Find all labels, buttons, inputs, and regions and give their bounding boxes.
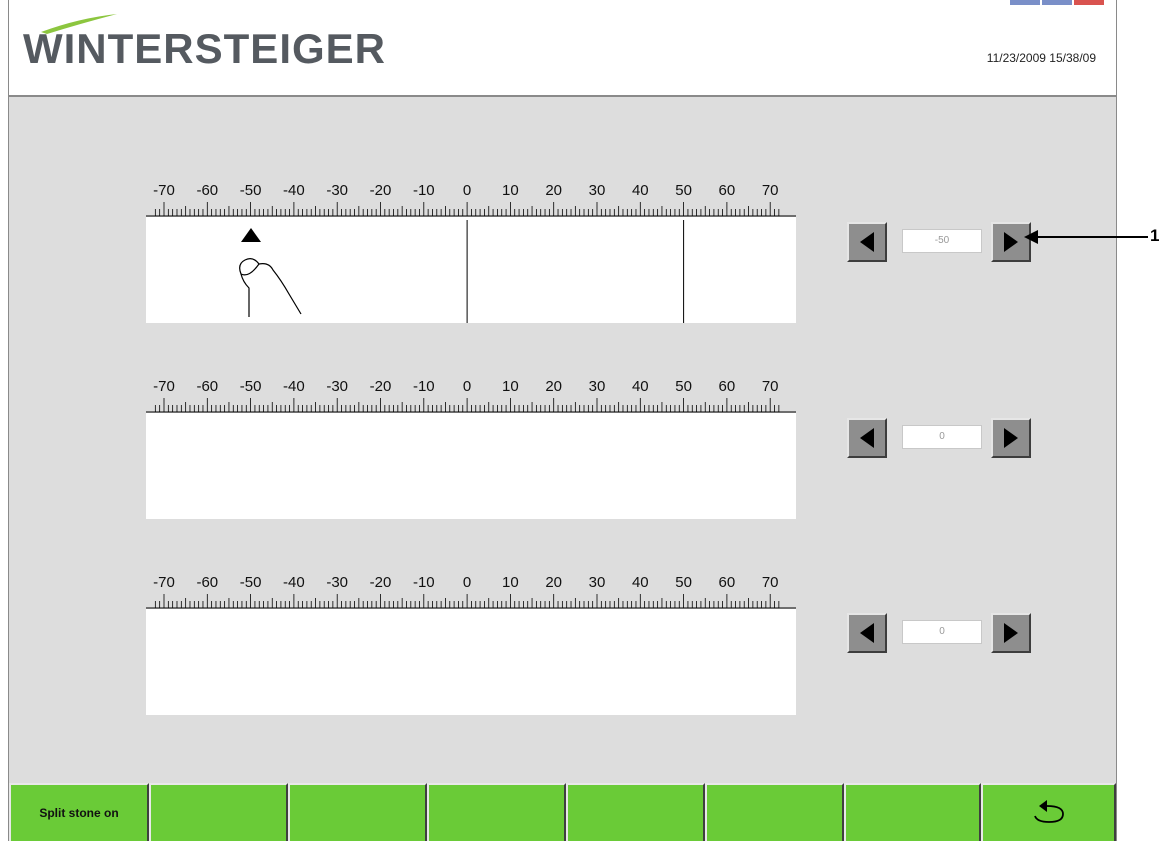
function-key-2[interactable] — [149, 783, 288, 841]
increase-button-3[interactable] — [991, 613, 1031, 653]
scale-label: 40 — [631, 378, 649, 395]
stepper-3: 0 — [847, 613, 1035, 653]
scale-label: 60 — [718, 574, 736, 591]
scale-label: -40 — [283, 378, 305, 395]
function-key-6[interactable] — [705, 783, 844, 841]
scale-label: 20 — [545, 574, 563, 591]
datetime-display: 11/23/2009 15/38/09 — [986, 51, 1096, 65]
scale-label: -70 — [153, 574, 175, 591]
position-marker-icon[interactable] — [240, 228, 261, 244]
function-key-4[interactable] — [427, 783, 566, 841]
scale-label: 20 — [545, 378, 563, 395]
arrow-right-icon — [1004, 232, 1018, 252]
scale-label: 50 — [675, 378, 692, 395]
arrow-left-icon — [860, 428, 874, 448]
brand-logo: WINTERSTEIGER — [23, 25, 387, 72]
callout-line — [1030, 236, 1148, 238]
back-button[interactable] — [981, 783, 1116, 841]
scale-label: 30 — [588, 378, 606, 395]
scale-ticks — [146, 591, 796, 609]
scale-label: -20 — [369, 378, 392, 395]
scale-label: -50 — [239, 574, 262, 591]
scale-label: 10 — [502, 574, 519, 591]
value-field-3[interactable]: 0 — [902, 620, 982, 644]
scale-label: 60 — [718, 378, 736, 395]
decrease-button-1[interactable] — [847, 222, 887, 262]
scale-labels: -70 -60 -50 -40 -30 -20 -10 0 10 20 30 40 50 60 70 — [146, 376, 796, 396]
scale-label: 0 — [462, 378, 472, 395]
value-field-1[interactable]: -50 — [902, 229, 982, 253]
arrow-right-icon — [1004, 623, 1018, 643]
tick-marks — [146, 594, 796, 609]
window-controls — [1010, 0, 1120, 6]
scale-label: -10 — [412, 574, 435, 591]
scale-label: 50 — [675, 574, 692, 591]
scale-label: 40 — [631, 574, 649, 591]
callout-arrowhead-icon — [1024, 230, 1038, 244]
scale-label: -30 — [326, 574, 349, 591]
header-bar: WINTERSTEIGER 11/23/2009 15/38/09 — [9, 0, 1116, 97]
split-position-panel-1[interactable]: -70 -60 -50 -40 -30 -20 -10 0 10 20 30 40 50 60 70 — [146, 180, 796, 323]
split-stone-on-button[interactable]: Split stone on — [9, 783, 149, 841]
minimize-icon[interactable] — [1010, 0, 1040, 5]
maximize-icon[interactable] — [1042, 0, 1072, 5]
function-key-3[interactable] — [288, 783, 427, 841]
arrow-right-icon — [1004, 428, 1018, 448]
tick-marks — [146, 398, 796, 413]
scale-label: 0 — [462, 574, 472, 591]
app-screen: WINTERSTEIGER 11/23/2009 15/38/09 -70 -60… — [8, 0, 1117, 841]
finger-pointer-icon — [238, 258, 302, 317]
scale-ticks — [146, 395, 796, 413]
callout-label: 1 — [1150, 226, 1160, 245]
scale-label: -20 — [369, 574, 392, 591]
function-key-bar: Split stone on — [9, 783, 1116, 841]
increase-button-2[interactable] — [991, 418, 1031, 458]
undo-arrow-icon — [1033, 800, 1064, 823]
value-field-2[interactable]: 0 — [902, 425, 982, 449]
scale-label: -60 — [196, 574, 219, 591]
split-position-panel-3[interactable]: -70 -60 -50 -40 -30 -20 -10 0 10 20 30 40 50 60 70 — [146, 572, 796, 715]
decrease-button-3[interactable] — [847, 613, 887, 653]
scale-label: 70 — [761, 574, 779, 591]
scale-label: -10 — [412, 378, 435, 395]
split-position-panel-2[interactable]: -70 -60 -50 -40 -30 -20 -10 0 10 20 30 40 50 60 70 — [146, 376, 796, 519]
scale-label: -40 — [283, 574, 305, 591]
function-key-5[interactable] — [566, 783, 705, 841]
arrow-left-icon — [860, 623, 874, 643]
scale-label: -30 — [326, 378, 349, 395]
scale-label: -70 — [153, 378, 175, 395]
decrease-button-2[interactable] — [847, 418, 887, 458]
scale-label: 10 — [502, 378, 519, 395]
stepper-2: 0 — [847, 418, 1035, 458]
stepper-1: -50 — [847, 222, 1035, 262]
close-icon[interactable] — [1074, 0, 1104, 5]
scale-labels: -70 -60 -50 -40 -30 -20 -10 0 10 20 30 40 50 60 70 — [146, 572, 796, 592]
scale-label: -50 — [239, 378, 262, 395]
scale-label: 70 — [761, 378, 779, 395]
function-key-7[interactable] — [844, 783, 981, 841]
scale-label: -60 — [196, 378, 219, 395]
scale-label: 30 — [588, 574, 606, 591]
arrow-left-icon — [860, 232, 874, 252]
